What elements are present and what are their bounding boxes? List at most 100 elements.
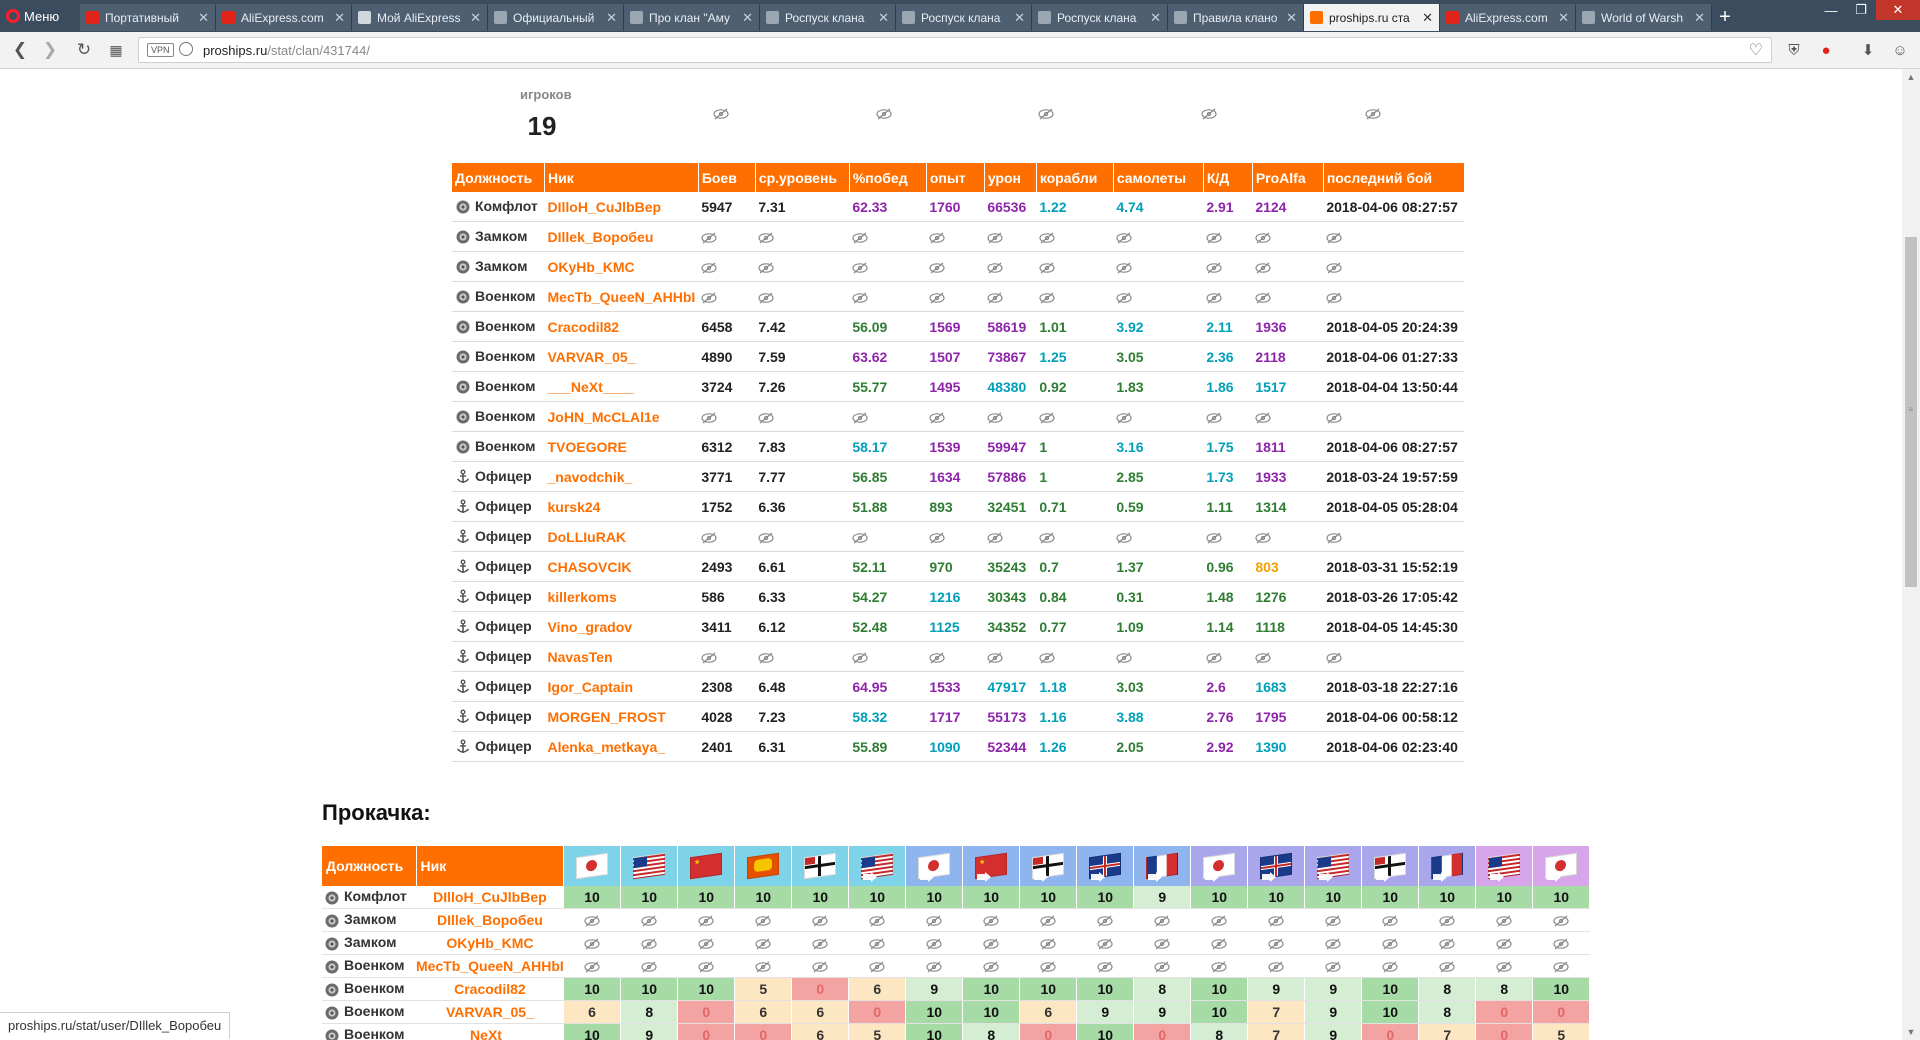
player-nick-link[interactable]: VARVAR_05_ xyxy=(544,341,699,372)
stat-cell-last: 2018-04-05 05:28:04 xyxy=(1323,491,1465,522)
back-icon[interactable]: ❮ xyxy=(10,40,30,60)
player-nick-link[interactable]: Igor_Captain xyxy=(544,671,699,702)
tier-col-header[interactable]: Ник xyxy=(416,846,565,886)
player-nick-link[interactable]: DIlloH_CuJlbBep xyxy=(544,192,699,222)
roster-col-header[interactable]: Должность xyxy=(452,163,545,192)
player-nick-link[interactable]: DoLLIuRAK xyxy=(544,521,699,552)
browser-tab[interactable]: proships.ru ста ✕ xyxy=(1304,4,1440,31)
browser-tab[interactable]: World of Warsh ✕ xyxy=(1576,4,1712,31)
tab-close-icon[interactable]: ✕ xyxy=(334,10,345,26)
page-scrollbar[interactable]: ▲ ≡ ▼ xyxy=(1902,69,1920,1040)
url-input[interactable]: VPN proships.ru/stat/clan/431744/ ♡ xyxy=(138,37,1772,63)
player-nick-link[interactable]: DIllek_Воробеu xyxy=(416,908,564,932)
bookmark-heart-icon[interactable]: ♡ xyxy=(1749,40,1763,60)
player-nick-link[interactable]: DIlloH_CuJlbBep xyxy=(416,886,564,909)
player-nick-link[interactable]: killerkoms xyxy=(544,581,699,612)
player-nick-link[interactable]: _navodchik_ xyxy=(544,461,699,492)
tab-close-icon[interactable]: ✕ xyxy=(606,10,617,26)
tier-col-header[interactable]: Должность xyxy=(322,846,417,886)
download-icon[interactable]: ⬇ xyxy=(1858,40,1878,60)
tier-level-cell: 10 xyxy=(962,977,1021,1001)
player-nick-link[interactable]: kursk24 xyxy=(544,491,699,522)
player-nick-link[interactable]: NavasTen xyxy=(544,641,699,672)
window-close-icon[interactable]: ✕ xyxy=(1876,0,1920,20)
browser-tab[interactable]: Про клан "Аму ✕ xyxy=(624,4,760,31)
tab-close-icon[interactable]: ✕ xyxy=(742,10,753,26)
new-tab-plus-icon[interactable]: + xyxy=(1712,4,1738,31)
player-nick-link[interactable]: Alenka_metkaya_ xyxy=(544,731,699,762)
player-nick-link[interactable]: DIllek_Воробеu xyxy=(544,221,699,252)
tier-level-cell xyxy=(677,931,736,955)
player-nick-link[interactable]: Cracodil82 xyxy=(544,311,699,342)
tab-close-icon[interactable]: ✕ xyxy=(1014,10,1025,26)
helm-rank-icon xyxy=(455,379,471,395)
roster-col-header[interactable]: опыт xyxy=(926,163,985,192)
roster-col-header[interactable]: последний бой xyxy=(1323,163,1465,192)
player-nick-link[interactable]: OKyHb_KMC xyxy=(544,251,699,282)
browser-tab[interactable]: Роспуск клана ✕ xyxy=(896,4,1032,31)
roster-col-header[interactable]: К/Д xyxy=(1203,163,1253,192)
player-nick-link[interactable]: VARVAR_05_ xyxy=(416,1000,564,1024)
tab-close-icon[interactable]: ✕ xyxy=(198,10,209,26)
tier-level-cell: 10 xyxy=(1532,886,1591,909)
browser-tab[interactable]: AliExpress.com ✕ xyxy=(1440,4,1576,31)
reload-icon[interactable]: ↻ xyxy=(74,40,94,60)
player-nick-link[interactable]: MecTb_QueeN_AHHbI xyxy=(544,281,699,312)
minimize-icon[interactable]: — xyxy=(1816,0,1846,20)
stat-cell-battles xyxy=(698,281,756,312)
opera-menu-button[interactable]: Меню xyxy=(6,5,78,27)
stat-cell-dmg xyxy=(984,641,1037,672)
player-nick-link[interactable]: MecTb_QueeN_AHHbI xyxy=(416,954,564,978)
tab-close-icon[interactable]: ✕ xyxy=(878,10,889,26)
maximize-icon[interactable]: ❐ xyxy=(1846,0,1876,20)
roster-col-header[interactable]: ср.уровень xyxy=(755,163,850,192)
player-nick-link[interactable]: ___NeXt____ xyxy=(544,371,699,402)
player-nick-link[interactable]: JoHN_McCLAl1e xyxy=(544,401,699,432)
vpn-badge[interactable]: VPN xyxy=(147,43,174,57)
roster-col-header[interactable]: %побед xyxy=(849,163,927,192)
roster-col-header[interactable]: Боев xyxy=(698,163,756,192)
player-nick-link[interactable]: MORGEN_FROST xyxy=(544,701,699,732)
roster-col-header[interactable]: урон xyxy=(984,163,1037,192)
hidden-eye-icon xyxy=(812,912,828,928)
roster-col-header[interactable]: ProAlfa xyxy=(1252,163,1324,192)
player-nick-link[interactable]: Vino_gradov xyxy=(544,611,699,642)
rank-cell: Замком xyxy=(452,221,545,252)
hidden-eye-icon xyxy=(1206,259,1222,275)
shield-icon[interactable]: ⛨ xyxy=(1784,40,1804,60)
player-nick-link[interactable]: CHASOVCIK xyxy=(544,551,699,582)
roster-col-header[interactable]: самолеты xyxy=(1113,163,1204,192)
tab-close-icon[interactable]: ✕ xyxy=(1150,10,1161,26)
tier-level-cell xyxy=(1361,908,1420,932)
user-icon[interactable]: ☺ xyxy=(1890,40,1910,60)
tab-close-icon[interactable]: ✕ xyxy=(1558,10,1569,26)
tab-close-icon[interactable]: ✕ xyxy=(470,10,481,26)
stat-cell-win: 52.48 xyxy=(849,611,927,642)
tab-close-icon[interactable]: ✕ xyxy=(1286,10,1297,26)
hidden-eye-icon xyxy=(1325,958,1341,974)
browser-tab[interactable]: Роспуск клана ✕ xyxy=(760,4,896,31)
player-nick-link[interactable]: OKyHb_KMC xyxy=(416,931,564,955)
hidden-eye-icon xyxy=(1154,958,1170,974)
browser-tab[interactable]: Роспуск клана ✕ xyxy=(1032,4,1168,31)
tab-close-icon[interactable]: ✕ xyxy=(1422,10,1433,26)
player-nick-link[interactable]: TVOEGORE xyxy=(544,431,699,462)
browser-tab[interactable]: AliExpress.com ✕ xyxy=(216,4,352,31)
roster-col-header[interactable]: Ник xyxy=(544,163,699,192)
player-nick-link[interactable]: ___NeXt____ xyxy=(416,1023,564,1040)
extension-icon[interactable]: ● xyxy=(1816,40,1836,60)
browser-tab[interactable]: Правила клано ✕ xyxy=(1168,4,1304,31)
speed-dial-icon[interactable]: ▦ xyxy=(106,40,126,60)
browser-tab[interactable]: Мой AliExpress ✕ xyxy=(352,4,488,31)
browser-tab[interactable]: Портативный ✕ xyxy=(80,4,216,31)
stat-cell-dmg: 66536 xyxy=(984,192,1037,222)
rank-cell: Военком xyxy=(452,401,545,432)
roster-col-header[interactable]: корабли xyxy=(1036,163,1114,192)
tier-level-cell xyxy=(1190,908,1249,932)
scroll-up-icon[interactable]: ▲ xyxy=(1902,69,1920,85)
scroll-down-icon[interactable]: ▼ xyxy=(1902,1024,1920,1040)
tab-close-icon[interactable]: ✕ xyxy=(1694,10,1705,26)
browser-tab[interactable]: Официальный ✕ xyxy=(488,4,624,31)
forward-icon[interactable]: ❯ xyxy=(40,40,60,60)
player-nick-link[interactable]: Cracodil82 xyxy=(416,977,564,1001)
